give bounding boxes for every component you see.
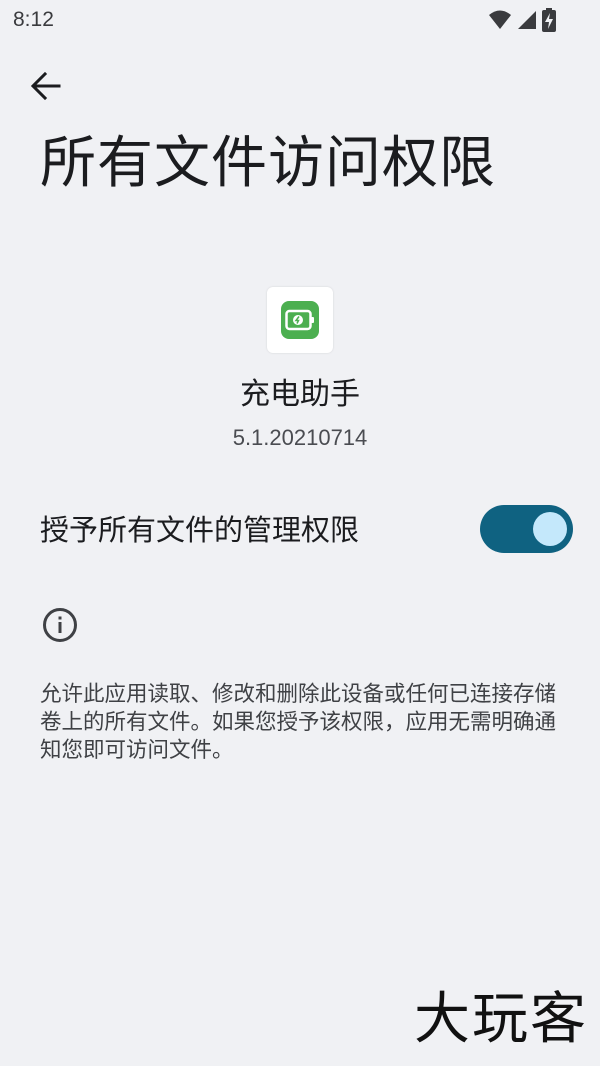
switch-thumb: [533, 512, 567, 546]
permission-description: 允许此应用读取、修改和删除此设备或任何已连接存储卷上的所有文件。如果您授予该权限…: [40, 682, 557, 763]
watermark: 大玩客: [414, 987, 588, 1052]
info-icon: [42, 607, 78, 643]
toggle-label: 授予所有文件的管理权限: [40, 513, 360, 547]
status-time: 8:12: [13, 8, 54, 31]
manage-all-files-toggle-row[interactable]: 授予所有文件的管理权限: [0, 492, 600, 568]
app-name: 充电助手: [240, 377, 360, 412]
battery-charging-icon: [542, 8, 556, 32]
app-icon-container: [267, 287, 333, 353]
status-icons: [488, 8, 556, 32]
app-version: 5.1.20210714: [232, 425, 368, 450]
cellular-signal-icon: [516, 9, 538, 31]
wifi-icon: [488, 9, 512, 31]
back-button[interactable]: [22, 64, 70, 112]
manage-all-files-switch[interactable]: [480, 505, 573, 553]
page-title: 所有文件访问权限: [40, 131, 496, 196]
charger-app-icon: [281, 301, 319, 339]
arrow-back-icon: [30, 71, 61, 104]
screen: 8:12 所有文件访问权限 充电助手 5.1.20210714 授予所有文件的管…: [0, 0, 600, 1066]
status-bar: 8:12: [0, 0, 600, 40]
